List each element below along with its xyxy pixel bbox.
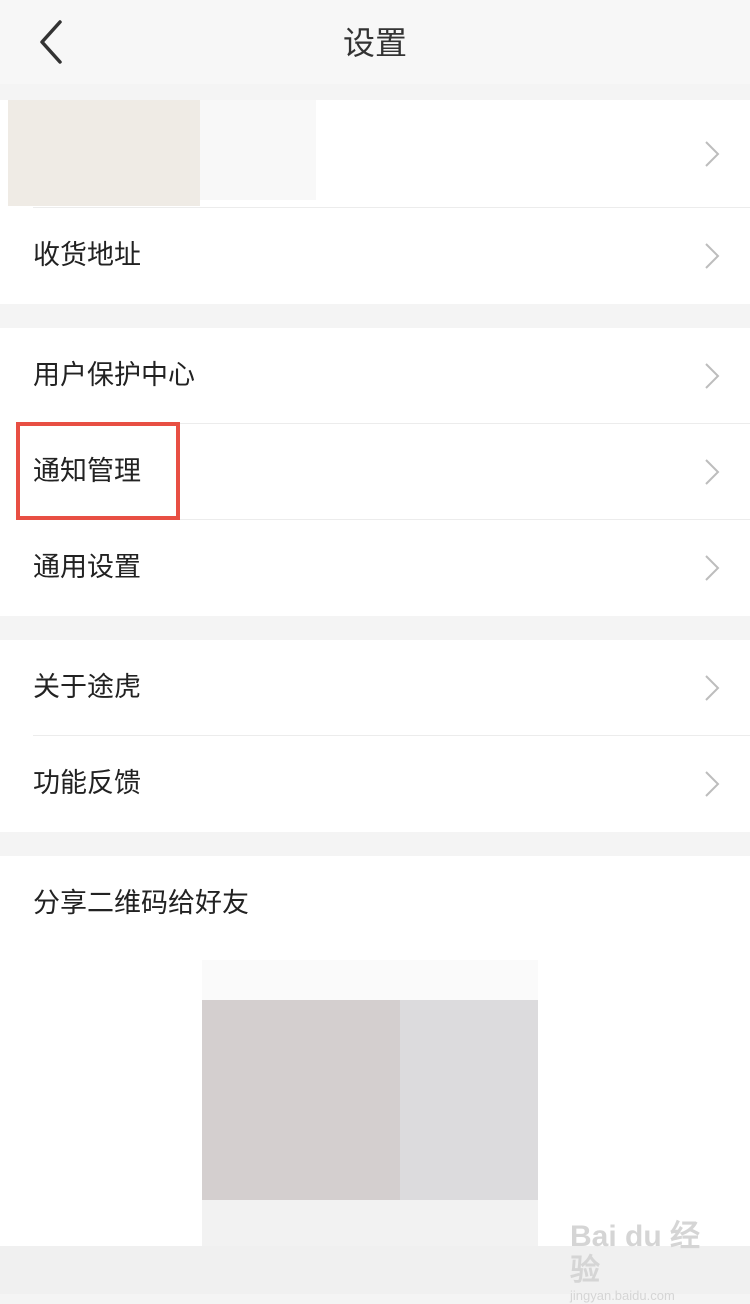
settings-item-label: 通用设置 — [33, 552, 141, 583]
settings-group-account: 收货地址 — [0, 100, 750, 304]
settings-item-notification-management[interactable]: 通知管理 — [0, 424, 750, 520]
settings-item-user-protection[interactable]: 用户保护中心 — [0, 328, 750, 424]
settings-item-label: 用户保护中心 — [33, 360, 195, 391]
avatar — [8, 100, 200, 206]
chevron-right-icon — [705, 141, 720, 167]
profile-row[interactable] — [0, 100, 750, 208]
settings-item-general-settings[interactable]: 通用设置 — [0, 520, 750, 616]
share-title: 分享二维码给好友 — [33, 888, 249, 919]
share-section: 分享二维码给好友 — [0, 856, 750, 1294]
settings-item-label: 功能反馈 — [33, 768, 141, 799]
chevron-right-icon — [705, 555, 720, 581]
settings-item-label: 收货地址 — [33, 240, 141, 271]
qr-blur-right — [400, 1000, 538, 1200]
qr-blur-left — [202, 1000, 400, 1200]
watermark-logo: Bai du 经验 — [570, 1220, 701, 1287]
settings-item-label: 关于途虎 — [33, 672, 141, 703]
chevron-right-icon — [705, 243, 720, 269]
settings-group-general: 用户保护中心 通知管理 通用设置 — [0, 328, 750, 616]
watermark-url: jingyan.baidu.com — [570, 1288, 675, 1303]
nav-bar: 设置 — [0, 0, 750, 84]
settings-group-about: 关于途虎 功能反馈 — [0, 640, 750, 832]
chevron-right-icon — [705, 675, 720, 701]
watermark: Bai du 经验 jingyan.baidu.com — [570, 1220, 710, 1303]
chevron-right-icon — [705, 771, 720, 797]
settings-item-about[interactable]: 关于途虎 — [0, 640, 750, 736]
page-title: 设置 — [342, 24, 407, 62]
profile-name-blurred — [200, 100, 316, 200]
qr-blur-top — [202, 960, 538, 1000]
chevron-right-icon — [705, 363, 720, 389]
settings-item-shipping-address[interactable]: 收货地址 — [0, 208, 750, 304]
settings-item-feedback[interactable]: 功能反馈 — [0, 736, 750, 832]
settings-item-label: 通知管理 — [33, 456, 141, 487]
chevron-right-icon — [705, 459, 720, 485]
qr-code-image[interactable] — [202, 960, 538, 1294]
